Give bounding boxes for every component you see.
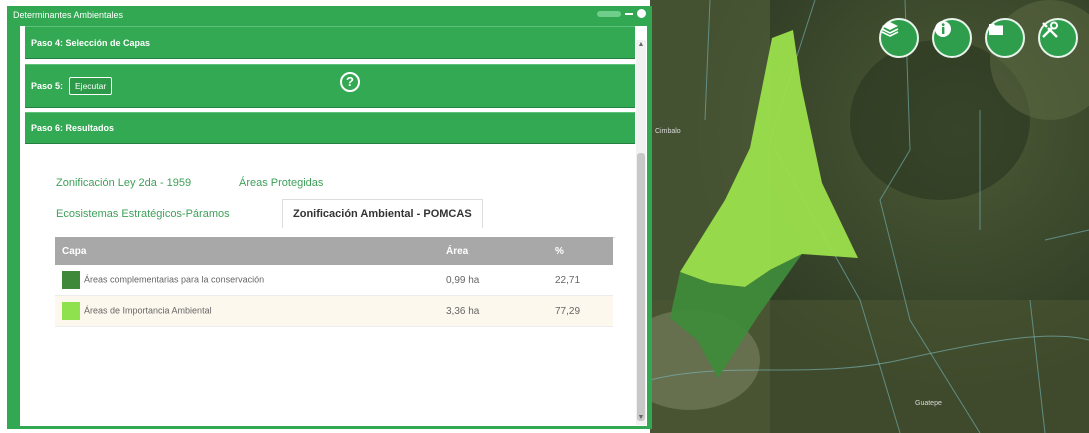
help-icon[interactable]: ?	[340, 72, 360, 92]
tab-zonificacion-ley-2da[interactable]: Zonificación Ley 2da - 1959	[56, 177, 191, 189]
panel-drag-handle[interactable]	[597, 10, 621, 17]
table-row[interactable]: Áreas complementarias para la conservaci…	[55, 265, 613, 296]
map-view[interactable]: Cimbalo Guatepe	[650, 0, 1089, 433]
layers-button[interactable]	[879, 18, 919, 58]
area-value: 0,99 ha	[439, 265, 548, 296]
tools-button[interactable]	[1038, 18, 1078, 58]
results-table: Capa Área % Áreas complementarias para l…	[55, 237, 613, 327]
step-4-label: Paso 4: Selección de Capas	[31, 37, 151, 48]
panel-header[interactable]: Determinantes Ambientales	[7, 6, 652, 24]
percent-value: 22,71	[548, 265, 613, 296]
info-button[interactable]	[932, 18, 972, 58]
layer-name: Áreas complementarias para la conservaci…	[84, 274, 265, 285]
table-row[interactable]: Áreas de Importancia Ambiental 3,36 ha 7…	[55, 295, 613, 327]
scroll-down-icon[interactable]: ▼	[637, 414, 645, 422]
legend-swatch	[62, 302, 80, 320]
info-icon	[935, 21, 951, 37]
column-header-percent[interactable]: %	[548, 237, 613, 265]
execute-button[interactable]: Ejecutar	[69, 77, 113, 95]
area-value: 3,36 ha	[439, 295, 548, 327]
folder-button[interactable]	[985, 18, 1025, 58]
tab-zonificacion-pomcas[interactable]: Zonificación Ambiental - POMCAS	[282, 199, 483, 228]
step-6-header[interactable]: Paso 6: Resultados	[25, 112, 635, 144]
panel-title: Determinantes Ambientales	[13, 10, 124, 20]
settings-icon[interactable]	[637, 9, 646, 18]
satellite-imagery	[650, 0, 1089, 433]
minimize-icon[interactable]	[625, 12, 633, 15]
scroll-up-icon[interactable]: ▲	[637, 41, 645, 49]
legend-swatch	[62, 271, 80, 289]
step-6-label: Paso 6: Resultados	[31, 123, 115, 133]
step-5-header: Paso 5: Ejecutar ?	[25, 64, 635, 108]
map-place-label: Cimbalo	[655, 128, 681, 135]
determinantes-panel: Determinantes Ambientales Paso 4: Selecc…	[7, 6, 652, 429]
tab-areas-protegidas[interactable]: Áreas Protegidas	[239, 177, 323, 189]
tab-ecosistemas-paramos[interactable]: Ecosistemas Estratégicos-Páramos	[56, 208, 230, 220]
step-4-header[interactable]: Paso 4: Selección de Capas	[25, 26, 635, 59]
column-header-area[interactable]: Área	[439, 237, 548, 265]
percent-value: 77,29	[548, 295, 613, 327]
map-place-label: Guatepe	[915, 400, 942, 407]
panel-body: Paso 4: Selección de Capas Paso 5: Ejecu…	[20, 26, 647, 426]
scrollbar-thumb[interactable]	[637, 153, 645, 421]
folder-icon	[989, 24, 1003, 35]
step-5-label: Paso 5:	[31, 81, 64, 91]
column-header-capa[interactable]: Capa	[55, 237, 439, 265]
layer-name: Áreas de Importancia Ambiental	[84, 305, 212, 316]
tools-icon	[1042, 21, 1058, 38]
table-header-row: Capa Área %	[55, 237, 613, 265]
layers-icon	[881, 22, 899, 37]
